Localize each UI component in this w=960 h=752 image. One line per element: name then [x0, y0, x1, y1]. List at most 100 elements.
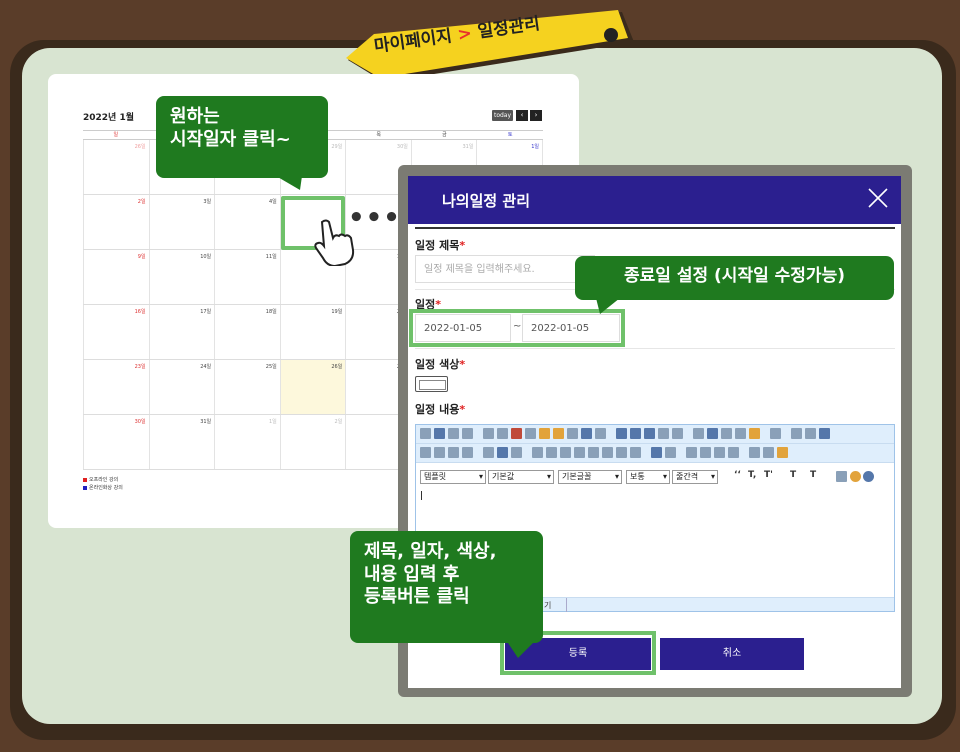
info-icon[interactable]: [863, 471, 874, 482]
emoticon-icon[interactable]: [749, 428, 760, 439]
title-input[interactable]: 일정 제목을 입력해주세요.: [415, 255, 595, 283]
print-icon[interactable]: [448, 428, 459, 439]
font-face-select[interactable]: 기본글꼴: [558, 470, 622, 484]
next-month-button[interactable]: ›: [530, 110, 542, 121]
preview-icon[interactable]: [462, 428, 473, 439]
undo-icon[interactable]: [483, 428, 494, 439]
subscript-button[interactable]: T,: [748, 470, 756, 480]
underline-button[interactable]: T: [810, 470, 816, 480]
calendar-day-cell[interactable]: 17일: [150, 305, 216, 359]
calendar-day-cell[interactable]: 10일: [150, 250, 216, 304]
calendar-day-cell[interactable]: 3일: [150, 195, 216, 249]
calendar-day-cell[interactable]: 9일: [83, 250, 150, 304]
content-label: 일정 내용*: [415, 401, 465, 417]
cancel-button[interactable]: 취소: [660, 638, 804, 670]
link-icon[interactable]: [693, 428, 704, 439]
table-icon[interactable]: [616, 428, 627, 439]
color-picker-button[interactable]: [415, 376, 448, 392]
indent-icon[interactable]: [588, 447, 599, 458]
line-height-select[interactable]: 줄간격: [672, 470, 718, 484]
calendar-day-cell[interactable]: 11일: [215, 250, 281, 304]
cell-props-icon[interactable]: [665, 447, 676, 458]
file-icon[interactable]: [672, 428, 683, 439]
calendar-day-cell[interactable]: 30일: [83, 415, 150, 469]
template-icon[interactable]: [819, 428, 830, 439]
close-icon[interactable]: [867, 187, 889, 209]
calendar-day-cell[interactable]: 19일: [281, 305, 347, 359]
font-color-icon[interactable]: [483, 447, 494, 458]
layer-icon[interactable]: [805, 428, 816, 439]
clear-format-icon[interactable]: [511, 447, 522, 458]
calendar-day-cell[interactable]: 26일: [83, 140, 150, 194]
today-button[interactable]: today: [492, 110, 513, 121]
insert-table-icon[interactable]: [651, 447, 662, 458]
strike-icon[interactable]: [462, 447, 473, 458]
fullscreen-icon[interactable]: [791, 428, 802, 439]
callout-register-line3: 등록버튼 클릭: [364, 586, 470, 607]
bookmark-icon[interactable]: [707, 428, 718, 439]
ordered-list-icon[interactable]: [616, 447, 627, 458]
align-justify-icon[interactable]: [574, 447, 585, 458]
spellcheck-icon[interactable]: [777, 447, 788, 458]
strike-button[interactable]: T: [790, 470, 796, 480]
bg-color-icon[interactable]: [497, 447, 508, 458]
italic-icon[interactable]: [434, 447, 445, 458]
box-insert-icon[interactable]: [836, 471, 847, 482]
find-icon[interactable]: [567, 428, 578, 439]
align-center-icon[interactable]: [546, 447, 557, 458]
calendar-day-cell[interactable]: 18일: [215, 305, 281, 359]
cut-icon[interactable]: [511, 428, 522, 439]
calendar-day-cell[interactable]: 23일: [83, 360, 150, 414]
insert-row-icon[interactable]: [714, 447, 725, 458]
box-icon[interactable]: [749, 447, 760, 458]
replace-icon[interactable]: [581, 428, 592, 439]
merge-cells-icon[interactable]: [686, 447, 697, 458]
copy-icon[interactable]: [525, 428, 536, 439]
editor-mode-tab[interactable]: 기: [544, 600, 551, 611]
select-all-icon[interactable]: [595, 428, 606, 439]
calendar-day-cell[interactable]: 4일: [215, 195, 281, 249]
calendar-day-cell[interactable]: 1일: [215, 415, 281, 469]
new-doc-icon[interactable]: [420, 428, 431, 439]
bold-icon[interactable]: [420, 447, 431, 458]
unordered-list-icon[interactable]: [630, 447, 641, 458]
align-right-icon[interactable]: [560, 447, 571, 458]
save-icon[interactable]: [434, 428, 445, 439]
help-icon[interactable]: [850, 471, 861, 482]
calendar-day-cell[interactable]: 25일: [215, 360, 281, 414]
align-left-icon[interactable]: [532, 447, 543, 458]
hr-icon[interactable]: [721, 428, 732, 439]
source-icon[interactable]: [770, 428, 781, 439]
box-props-icon[interactable]: [763, 447, 774, 458]
paste-icon[interactable]: [539, 428, 550, 439]
prev-month-button[interactable]: ‹: [516, 110, 528, 121]
flash-icon[interactable]: [644, 428, 655, 439]
calendar-day-cell[interactable]: 16일: [83, 305, 150, 359]
redo-icon[interactable]: [497, 428, 508, 439]
font-weight-select[interactable]: 보통: [626, 470, 670, 484]
calendar-day-cell[interactable]: 24일: [150, 360, 216, 414]
breadcrumb: 마이페이지 > 일정관리: [344, 8, 634, 78]
underline-icon[interactable]: [448, 447, 459, 458]
media-icon[interactable]: [658, 428, 669, 439]
calendar-day-cell[interactable]: 31일: [150, 415, 216, 469]
calendar-day-cell[interactable]: 2일: [281, 415, 347, 469]
quote-button[interactable]: ‘‘: [734, 470, 741, 480]
template-select[interactable]: 템플릿: [420, 470, 486, 484]
calendar-day-cell[interactable]: 26일: [280, 360, 347, 414]
paste-text-icon[interactable]: [553, 428, 564, 439]
image-icon[interactable]: [630, 428, 641, 439]
calendar-day-cell[interactable]: 2일: [83, 195, 150, 249]
insert-col-icon[interactable]: [728, 447, 739, 458]
split-cells-icon[interactable]: [700, 447, 711, 458]
title-label: 일정 제목*: [415, 237, 465, 253]
outdent-icon[interactable]: [602, 447, 613, 458]
special-char-icon[interactable]: [735, 428, 746, 439]
superscript-button[interactable]: T': [764, 470, 773, 480]
font-size-select[interactable]: 기본값: [488, 470, 554, 484]
